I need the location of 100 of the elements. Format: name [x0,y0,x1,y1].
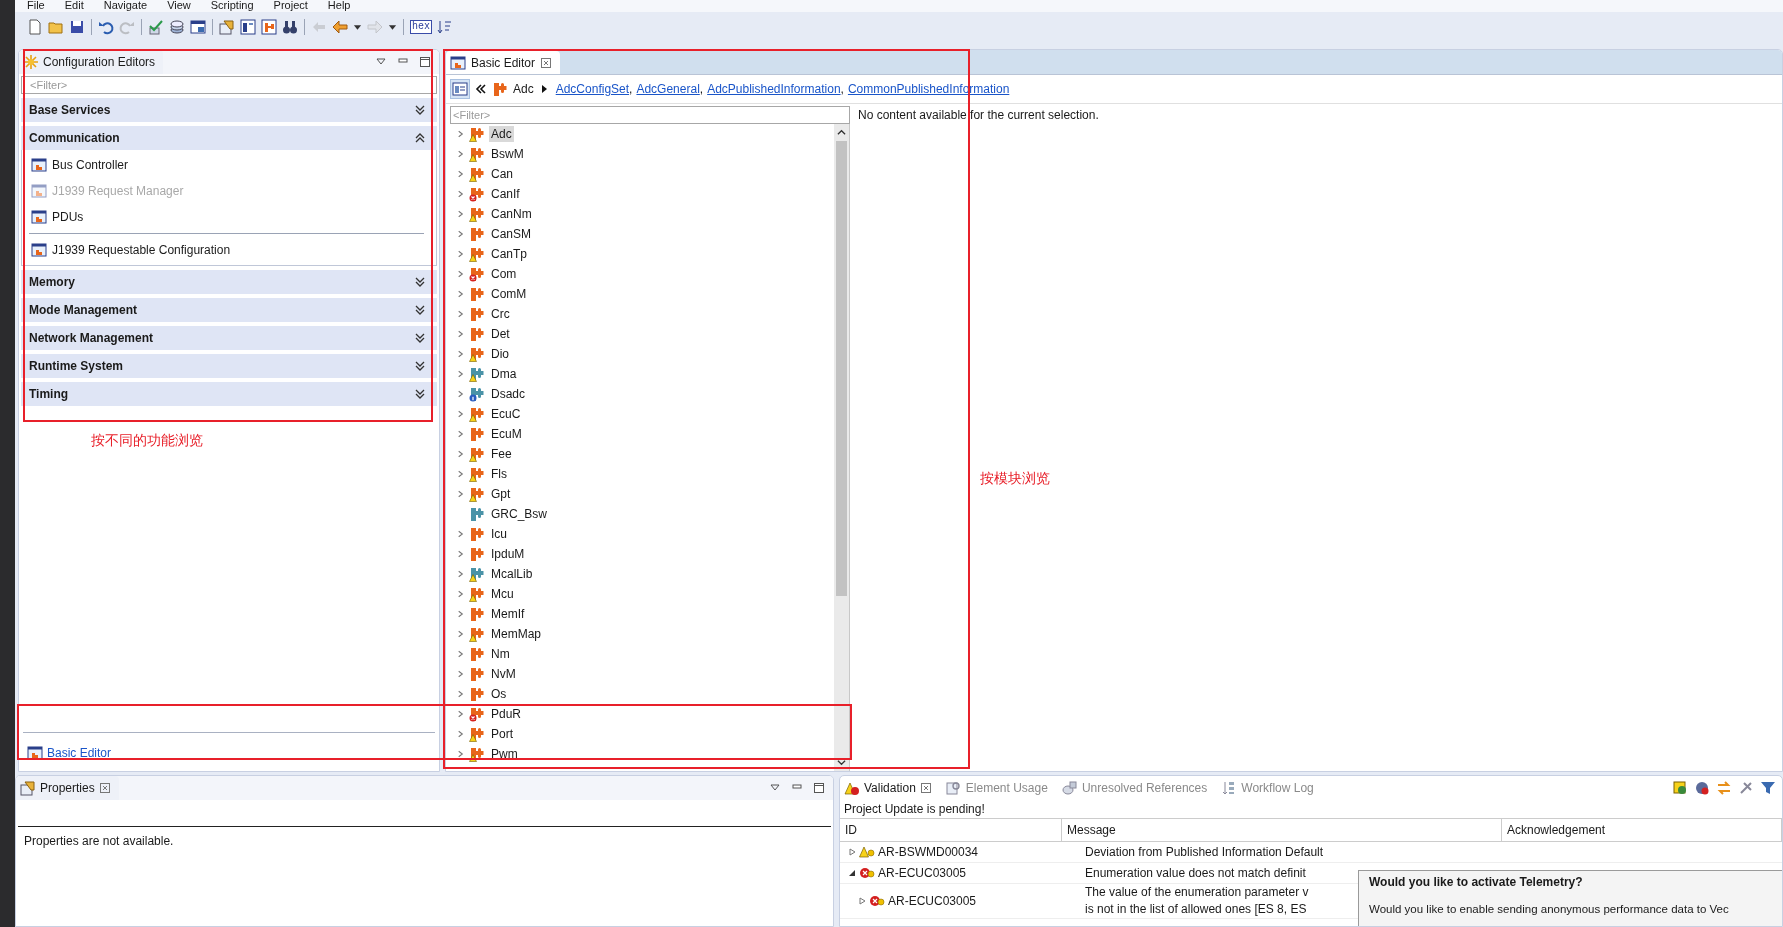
tree-item[interactable]: Crc [489,306,512,322]
maximize-icon[interactable] [813,782,825,794]
tree-item[interactable]: Fls [489,466,509,482]
menu-item[interactable]: Help [327,0,351,12]
section-header[interactable]: Base Services [21,98,437,122]
filter-field[interactable]: <Filter> [21,76,437,94]
back-arrow-icon[interactable] [332,19,348,35]
binoculars-icon[interactable] [282,19,298,35]
tree-item[interactable]: Pwm [489,746,520,762]
tree-item[interactable]: Det [489,326,512,342]
view-toggle-button[interactable] [450,79,470,99]
editor-list-item[interactable]: PDUs [29,204,424,230]
column-header[interactable]: Acknowledgement [1502,819,1782,841]
view-tab[interactable]: Validation [844,780,932,796]
open-folder-icon[interactable] [48,19,64,35]
double-chevron-icon[interactable] [475,83,487,95]
column-header[interactable]: ID [840,819,1062,841]
save-icon[interactable] [69,19,85,35]
tree-item[interactable]: Os [489,686,509,702]
menu-item[interactable]: File [27,0,45,12]
column-header[interactable]: Message [1062,819,1502,841]
expand-icon[interactable] [415,277,425,287]
scroll-down-icon[interactable] [837,758,846,767]
panel-tab[interactable]: Configuration Editors [19,50,164,74]
menu-item[interactable]: Scripting [210,0,254,12]
tree-item[interactable]: CanSM [489,226,533,242]
tree-item[interactable]: GRC_Bsw [489,506,549,522]
module-icon[interactable] [261,19,277,35]
collapse-icon[interactable] [415,133,425,143]
tree-item[interactable]: Gpt [489,486,513,502]
tree-item[interactable]: Nm [489,646,512,662]
tree-item[interactable]: Icu [489,526,509,542]
tree-item[interactable]: Adc [489,126,514,142]
tree-item[interactable]: EcuC [489,406,523,422]
panel-tab[interactable]: Properties [16,776,119,800]
editor-tab[interactable]: Basic Editor [446,51,561,74]
tree-item[interactable]: MemIf [489,606,527,622]
menu-item[interactable]: Edit [64,0,84,12]
filter-field[interactable]: <Filter> [450,106,850,124]
expand-arrow-icon[interactable] [848,848,856,856]
view-tab[interactable]: Unresolved References [1061,780,1208,796]
view-tab[interactable]: Workflow Log [1221,780,1314,796]
scroll-up-icon[interactable] [837,128,846,137]
expand-icon[interactable] [415,305,425,315]
hex-button[interactable]: hex [410,20,432,34]
section-header[interactable]: Memory [21,270,437,294]
close-icon[interactable] [919,782,932,794]
tree-item[interactable]: MemMap [489,626,543,642]
tree-item[interactable]: CanTp [489,246,530,262]
filter-icon[interactable] [1760,780,1776,796]
expand-icon[interactable] [415,361,425,371]
tree-item[interactable]: CanIf [489,186,522,202]
editor-list-item[interactable]: Bus Controller [29,152,424,178]
section-header[interactable]: Runtime System [21,354,437,378]
sort-icon[interactable] [437,19,453,35]
stack-icon[interactable] [169,19,185,35]
tree-item[interactable]: Port [489,726,515,742]
window-icon[interactable] [190,19,206,35]
checkmark-icon[interactable] [148,19,164,35]
tree-item[interactable]: NvM [489,666,518,682]
menu-item[interactable]: Project [273,0,308,12]
tree-item[interactable]: EcuM [489,426,524,442]
tree-item[interactable]: ComM [489,286,529,302]
close-icon[interactable] [540,56,553,69]
tree-item[interactable]: BswM [489,146,526,162]
view-tab[interactable]: Element Usage [945,780,1048,796]
section-header[interactable]: Communication [21,126,437,150]
maximize-icon[interactable] [419,56,431,68]
expand-icon[interactable] [415,105,425,115]
scrollbar-thumb[interactable] [836,141,847,596]
tree-item[interactable]: Mcu [489,586,516,602]
breadcrumb-link[interactable]: AdcPublishedInformation [707,82,841,96]
basic-editor-link[interactable]: Basic Editor [47,746,112,760]
tree-item[interactable]: McalLib [489,566,535,582]
editor-icon[interactable] [240,19,256,35]
menu-item[interactable]: Navigate [103,0,148,12]
editor-list-item[interactable]: J1939 Requestable Configuration [29,237,424,263]
tree-item[interactable]: Dio [489,346,511,362]
section-header[interactable]: Timing [21,382,437,406]
section-header[interactable]: Mode Management [21,298,437,322]
tree-item[interactable]: IpduM [489,546,527,562]
expand-icon[interactable] [415,389,425,399]
tree-item[interactable]: Dsadc [489,386,527,402]
menu-item[interactable]: View [167,0,191,12]
properties-icon[interactable] [219,19,235,35]
tree-item[interactable]: Dma [489,366,519,382]
collapse-icon[interactable] [848,869,856,877]
tree-item[interactable]: Com [489,266,519,282]
undo-icon[interactable] [98,19,114,35]
tree-item[interactable]: Can [489,166,515,182]
close-icon[interactable] [98,782,111,794]
sync-icon[interactable] [1716,780,1732,796]
scrollbar[interactable] [834,124,849,771]
breadcrumb-link[interactable]: AdcGeneral [636,82,700,96]
tree-item[interactable]: CanNm [489,206,534,222]
expand-icon[interactable] [415,333,425,343]
tree-item[interactable]: PduR [489,706,524,722]
tree-item[interactable]: Fee [489,446,514,462]
expand-arrow-icon[interactable] [858,897,866,905]
section-header[interactable]: Network Management [21,326,437,350]
